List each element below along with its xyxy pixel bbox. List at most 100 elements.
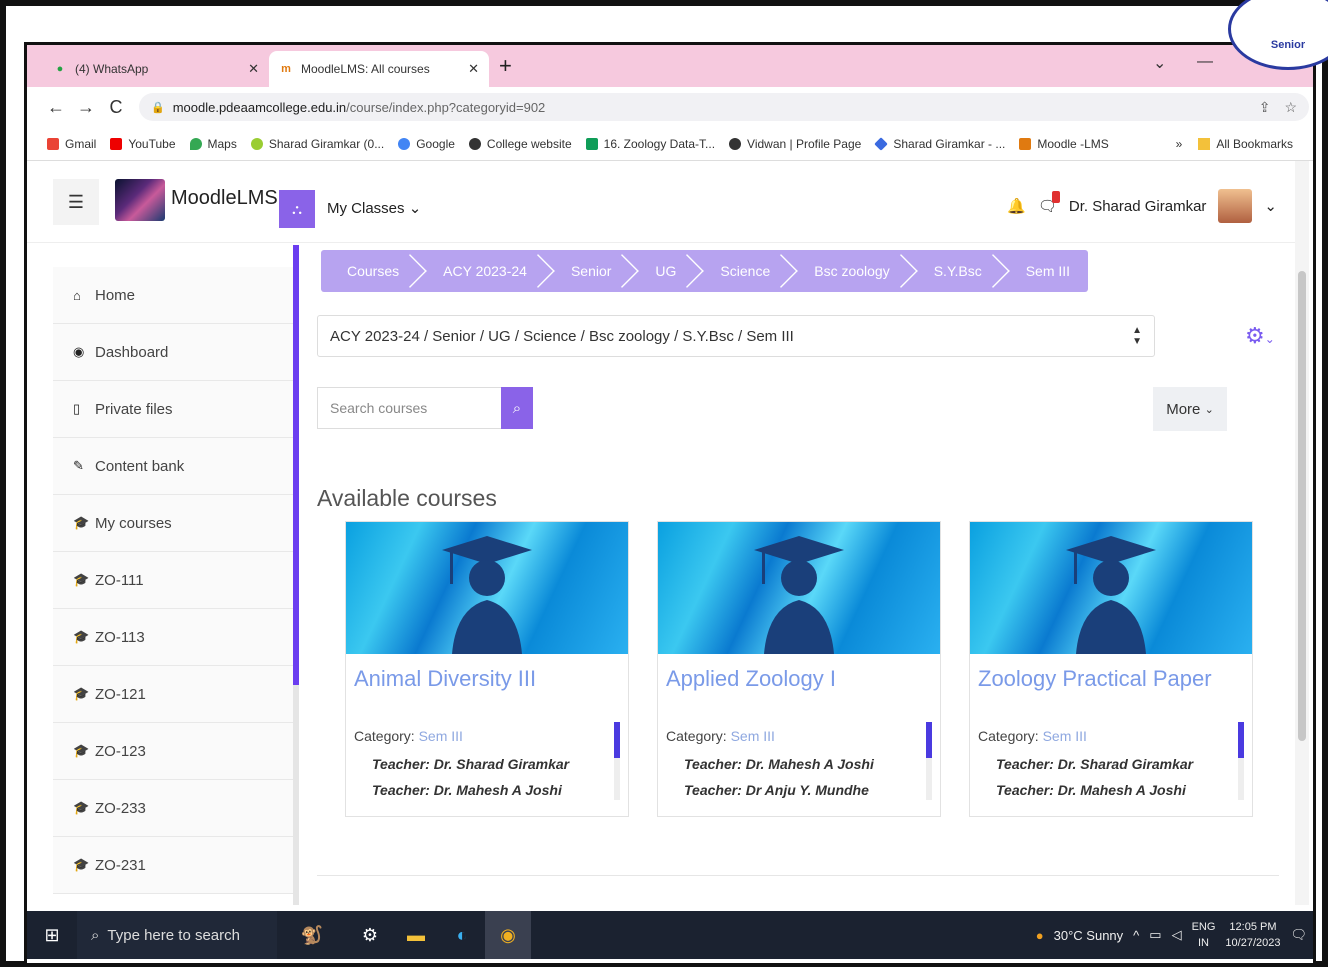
breadcrumb-item[interactable]: Bsc zoology: [788, 250, 907, 292]
sidebar-item-content-bank[interactable]: ✎ Content bank: [53, 438, 293, 495]
all-bookmarks[interactable]: All Bookmarks: [1198, 137, 1293, 151]
close-icon[interactable]: ✕: [248, 61, 259, 77]
stamp-text: Senior: [1270, 39, 1306, 51]
url-field[interactable]: 🔒 moodle.pdeaamcollege.edu.in/course/ind…: [139, 93, 1309, 121]
tab-whatsapp[interactable]: ● (4) WhatsApp ✕: [43, 51, 269, 87]
course-image[interactable]: [970, 522, 1252, 654]
avatar[interactable]: [1218, 189, 1253, 223]
weather-text[interactable]: 30°C Sunny: [1054, 928, 1124, 943]
file-explorer-icon[interactable]: ▬: [393, 911, 439, 959]
course-image[interactable]: [658, 522, 940, 654]
star-icon[interactable]: ☆: [1284, 99, 1297, 116]
bookmark-vidwan[interactable]: Vidwan | Profile Page: [729, 137, 861, 151]
site-logo[interactable]: [115, 179, 165, 221]
bookmark-sharad[interactable]: Sharad Giramkar (0...: [250, 137, 384, 151]
breadcrumb-item[interactable]: Sem III: [1000, 250, 1088, 292]
edge-icon[interactable]: ◐: [439, 911, 485, 959]
notification-icon[interactable]: 🗨: [1290, 927, 1307, 943]
taskbar-search[interactable]: ⌕ Type here to search: [77, 911, 277, 959]
sidebar-item-course[interactable]: 🎓 ZO-111: [53, 552, 293, 609]
bookmark-moodle[interactable]: Moodle -LMS: [1019, 137, 1109, 151]
messages-icon[interactable]: 🗨: [1038, 191, 1060, 215]
bookmark-label: Vidwan | Profile Page: [747, 136, 862, 151]
course-image[interactable]: [346, 522, 628, 654]
chevron-down-icon[interactable]: ⌄: [1153, 53, 1166, 73]
breadcrumb-item[interactable]: ACY 2023-24: [417, 250, 545, 292]
gear-icon[interactable]: ⚙⌄: [1245, 323, 1275, 349]
category-link[interactable]: Sem III: [419, 728, 463, 744]
chrome-icon[interactable]: ◉: [485, 911, 531, 959]
sidebar-item-label: Private files: [95, 400, 173, 418]
lemur-icon[interactable]: 🐒: [277, 911, 347, 959]
card-scrollbar[interactable]: [614, 722, 620, 800]
bookmark-youtube[interactable]: YouTube: [110, 137, 176, 151]
windows-start-icon[interactable]: ⊞: [27, 925, 77, 946]
sidebar-item-course[interactable]: 🎓 ZO-231: [53, 837, 293, 894]
sidebar-item-label: Home: [95, 286, 136, 304]
breadcrumb-item[interactable]: UG: [629, 250, 694, 292]
sidebar-item-course[interactable]: 🎓 ZO-121: [53, 666, 293, 723]
more-button[interactable]: More ⌄: [1153, 387, 1227, 431]
site-name[interactable]: MoodleLMS: [171, 187, 278, 210]
sidebar-item-my-courses[interactable]: 🎓 My courses: [53, 495, 293, 552]
bookmark-maps[interactable]: Maps: [189, 137, 237, 151]
lang-indicator[interactable]: ENG IN: [1192, 919, 1216, 951]
course-card[interactable]: Animal Diversity III Category: Sem III T…: [345, 521, 629, 817]
share-icon[interactable]: ⇪: [1259, 99, 1271, 116]
network-icon[interactable]: ▭: [1149, 927, 1161, 943]
tab-moodle[interactable]: m MoodleLMS: All courses ✕: [269, 51, 489, 87]
sitemap-icon[interactable]: ⛬: [279, 190, 315, 228]
page-scrollbar[interactable]: [1295, 161, 1309, 905]
course-title[interactable]: Applied Zoology I: [666, 666, 836, 692]
sidebar-item-course[interactable]: 🎓 ZO-113: [53, 609, 293, 666]
close-icon[interactable]: ✕: [468, 61, 479, 77]
user-name[interactable]: Dr. Sharad Giramkar: [1069, 198, 1207, 215]
chevron-down-icon[interactable]: ⌄: [1264, 197, 1277, 215]
sidebar-item-home[interactable]: ⌂ Home: [53, 267, 293, 324]
bookmark-zoology-data[interactable]: 16. Zoology Data-T...: [585, 137, 715, 151]
course-title[interactable]: Animal Diversity III: [354, 666, 536, 692]
clock[interactable]: 12:05 PM 10/27/2023: [1225, 919, 1280, 951]
graduation-cap-icon: 🎓: [73, 515, 90, 530]
bookmarks-overflow[interactable]: »: [1176, 137, 1183, 151]
course-title[interactable]: Zoology Practical Paper: [978, 666, 1212, 692]
search-icon[interactable]: ⌕: [501, 387, 533, 429]
youtube-icon: [110, 137, 123, 150]
reload-icon[interactable]: C: [101, 97, 131, 118]
card-scrollbar[interactable]: [1238, 722, 1244, 800]
settings-icon[interactable]: ⚙: [347, 911, 393, 959]
category-select[interactable]: ACY 2023-24 / Senior / UG / Science / Bs…: [317, 315, 1155, 357]
chevron-up-icon[interactable]: ^: [1133, 928, 1139, 943]
bookmark-sharad-2[interactable]: Sharad Giramkar - ...: [874, 137, 1005, 151]
category-link[interactable]: Sem III: [731, 728, 775, 744]
search-input[interactable]: Search courses: [317, 387, 501, 429]
breadcrumb-item[interactable]: Senior: [545, 250, 629, 292]
more-label: More: [1166, 400, 1201, 418]
breadcrumb-item[interactable]: Courses: [321, 250, 417, 292]
speaker-icon[interactable]: ◁: [1172, 927, 1182, 943]
category-link[interactable]: Sem III: [1043, 728, 1087, 744]
minimize-icon[interactable]: —: [1197, 53, 1213, 71]
course-card[interactable]: Applied Zoology I Category: Sem III Teac…: [657, 521, 941, 817]
course-card[interactable]: Zoology Practical Paper Category: Sem II…: [969, 521, 1253, 817]
menu-toggle-icon[interactable]: ☰: [53, 179, 99, 225]
forward-icon[interactable]: →: [71, 97, 101, 118]
breadcrumb-item[interactable]: Science: [694, 250, 788, 292]
sidebar-item-course[interactable]: 🎓 ZO-123: [53, 723, 293, 780]
bookmark-college[interactable]: College website: [468, 137, 572, 151]
sidebar-scrollbar[interactable]: [293, 245, 299, 905]
my-classes-menu[interactable]: My Classes ⌄: [327, 199, 421, 217]
bookmark-google[interactable]: Google: [398, 137, 455, 151]
tab-label: (4) WhatsApp: [75, 62, 149, 76]
back-icon[interactable]: ←: [41, 97, 71, 118]
sidebar-item-label: ZO-123: [95, 742, 146, 760]
breadcrumb-item[interactable]: S.Y.Bsc: [908, 250, 1000, 292]
sidebar-item-private-files[interactable]: ▯ Private files: [53, 381, 293, 438]
card-scrollbar[interactable]: [926, 722, 932, 800]
new-tab-icon[interactable]: +: [499, 53, 512, 79]
sheets-icon: [585, 137, 598, 150]
sidebar-item-dashboard[interactable]: ◉ Dashboard: [53, 324, 293, 381]
sidebar-item-course[interactable]: 🎓 ZO-233: [53, 780, 293, 837]
bookmark-gmail[interactable]: Gmail: [47, 137, 96, 151]
bell-icon[interactable]: 🔔: [1007, 197, 1026, 215]
